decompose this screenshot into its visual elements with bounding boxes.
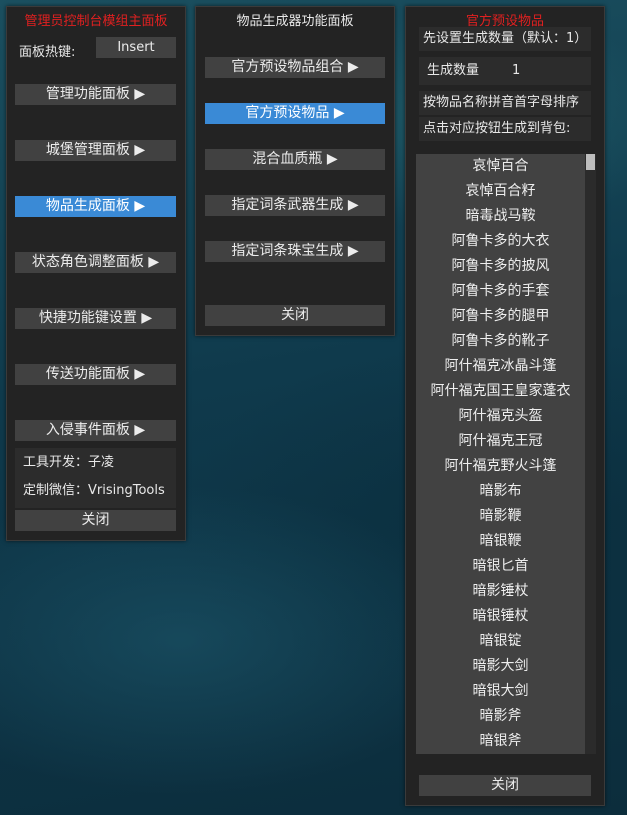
item-list-button[interactable]: 暗银锭 [416, 629, 585, 654]
sort-info-label: 按物品名称拼音首字母排序 [423, 95, 580, 110]
main-panel: 管理员控制台模组主面板 面板热键: Insert 管理功能面板 ▶ 城堡管理面板… [6, 6, 186, 541]
item-list-button[interactable]: 暗影鞭 [416, 504, 585, 529]
item-generation-button[interactable]: 物品生成面板 ▶ [15, 196, 176, 217]
quantity-label: 生成数量 [427, 63, 480, 78]
credits-box: 工具开发：子凌 定制微信：VrisingTools [15, 448, 176, 508]
invasion-events-button[interactable]: 入侵事件面板 ▶ [15, 420, 176, 441]
item-list: 哀悼百合 哀悼百合籽 暗毒战马鞍 阿鲁卡多的大衣 阿鲁卡多的披风 阿鲁卡多的手套 阿鲁卡多的… [416, 154, 585, 754]
item-list-button[interactable]: 暗影大剑 [416, 654, 585, 679]
item-list-button[interactable]: 暗银匕首 [416, 554, 585, 579]
item-list-button[interactable]: 阿什福克王冠 [416, 429, 585, 454]
hotkey-button[interactable]: Insert [96, 37, 176, 58]
item-list-button[interactable]: 暗影锤杖 [416, 579, 585, 604]
item-list-button[interactable]: 暗银鞭 [416, 529, 585, 554]
item-list-button[interactable]: 阿什福克国王皇家蓬衣 [416, 379, 585, 404]
quantity-row: 生成数量 1 [419, 57, 591, 85]
quantity-info-text: 先设置生成数量（默认：1） [419, 27, 591, 51]
item-list-button[interactable]: 暗银大剑 [416, 679, 585, 704]
main-close-button[interactable]: 关闭 [15, 510, 176, 531]
item-list-button[interactable]: 阿鲁卡多的大衣 [416, 229, 585, 254]
item-list-button[interactable]: 暗影斧 [416, 704, 585, 729]
sort-info-text: 按物品名称拼音首字母排序 [419, 91, 591, 115]
wechat-label: 定制微信：VrisingTools [23, 483, 165, 498]
item-list-button[interactable]: 暗银锤杖 [416, 604, 585, 629]
item-list-button[interactable]: 阿鲁卡多的靴子 [416, 329, 585, 354]
jewel-affix-button[interactable]: 指定词条珠宝生成 ▶ [205, 241, 385, 262]
hotkey-label: 面板热键: [19, 45, 76, 60]
item-list-button[interactable]: 阿鲁卡多的披风 [416, 254, 585, 279]
item-list-button[interactable]: 阿鲁卡多的腿甲 [416, 304, 585, 329]
item-list-button[interactable]: 阿什福克野火斗篷 [416, 454, 585, 479]
weapon-affix-button[interactable]: 指定词条武器生成 ▶ [205, 195, 385, 216]
click-info-text: 点击对应按钮生成到背包: [419, 117, 591, 141]
item-list-button[interactable]: 哀悼百合 [416, 154, 585, 179]
scrollbar-thumb[interactable] [586, 154, 595, 170]
preset-items-panel: 官方预设物品 先设置生成数量（默认：1） 生成数量 1 按物品名称拼音首字母排序… [405, 6, 605, 806]
generator-panel-title: 物品生成器功能面板 [236, 14, 354, 29]
blood-potion-button[interactable]: 混合血质瓶 ▶ [205, 149, 385, 170]
item-list-button[interactable]: 阿什福克头盔 [416, 404, 585, 429]
admin-functions-button[interactable]: 管理功能面板 ▶ [15, 84, 176, 105]
quantity-input[interactable]: 1 [512, 57, 572, 85]
castle-management-button[interactable]: 城堡管理面板 ▶ [15, 140, 176, 161]
item-list-button[interactable]: 暗毒战马鞍 [416, 204, 585, 229]
generator-close-button[interactable]: 关闭 [205, 305, 385, 326]
hotkey-settings-button[interactable]: 快捷功能键设置 ▶ [15, 308, 176, 329]
teleport-panel-button[interactable]: 传送功能面板 ▶ [15, 364, 176, 385]
click-info-label: 点击对应按钮生成到背包: [423, 121, 571, 136]
quantity-info-label: 先设置生成数量（默认：1） [423, 31, 588, 46]
item-list-button[interactable]: 阿鲁卡多的手套 [416, 279, 585, 304]
item-list-button[interactable]: 暗银斧 [416, 729, 585, 754]
main-panel-title: 管理员控制台模组主面板 [24, 14, 168, 29]
character-status-button[interactable]: 状态角色调整面板 ▶ [15, 252, 176, 273]
preset-item-sets-button[interactable]: 官方预设物品组合 ▶ [205, 57, 385, 78]
developer-label: 工具开发：子凌 [23, 455, 115, 470]
item-list-scrollbar[interactable] [585, 154, 596, 754]
item-list-button[interactable]: 哀悼百合籽 [416, 179, 585, 204]
items-close-button[interactable]: 关闭 [419, 775, 591, 796]
item-list-button[interactable]: 阿什福克冰晶斗篷 [416, 354, 585, 379]
item-generator-panel: 物品生成器功能面板 官方预设物品组合 ▶ 官方预设物品 ▶ 混合血质瓶 ▶ 指定… [195, 6, 395, 336]
preset-items-button[interactable]: 官方预设物品 ▶ [205, 103, 385, 124]
item-list-button[interactable]: 暗影布 [416, 479, 585, 504]
